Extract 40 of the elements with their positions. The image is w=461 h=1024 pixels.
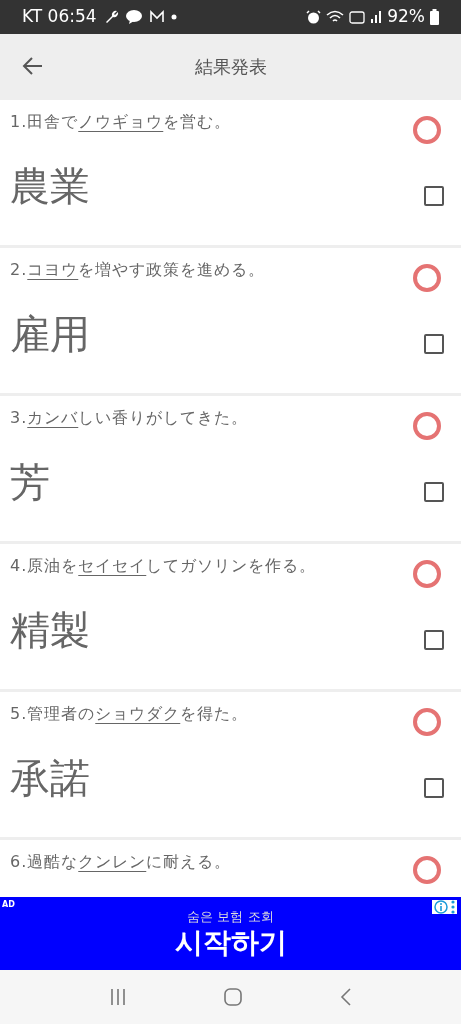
alarm-icon bbox=[306, 9, 322, 25]
question-text: 1.田舎でノウギョウ を営む。 bbox=[10, 111, 232, 133]
answer-text: 承諾 bbox=[10, 754, 90, 803]
checkbox[interactable] bbox=[424, 778, 444, 798]
signal-icon bbox=[370, 10, 383, 24]
recent-apps-icon[interactable] bbox=[108, 988, 127, 1006]
question-text: 2.コヨウ を増やす政策を進める。 bbox=[10, 259, 266, 281]
checkbox[interactable] bbox=[424, 334, 444, 354]
answer-text: 農業 bbox=[10, 162, 90, 211]
circle-mark-icon bbox=[411, 114, 443, 146]
circle-mark-icon bbox=[411, 262, 443, 294]
question-text: 3.カンバ しい香りがしてきた。 bbox=[10, 407, 249, 429]
ad-banner[interactable]: AD 숨은 보험 조회 시작하기 bbox=[0, 897, 461, 970]
question-text: 5.管理者のショウダク を得た。 bbox=[10, 703, 249, 725]
checkbox[interactable] bbox=[424, 482, 444, 502]
answer-text: 雇用 bbox=[10, 310, 90, 359]
back-icon[interactable] bbox=[340, 988, 353, 1006]
info-icon[interactable] bbox=[434, 900, 448, 914]
chat-icon bbox=[124, 9, 143, 25]
home-icon[interactable] bbox=[224, 988, 243, 1006]
checkbox[interactable] bbox=[424, 630, 444, 650]
screen-title: 結果発表 bbox=[194, 54, 267, 79]
question-text: 6.過酷な クンレンに耐える。 bbox=[10, 851, 232, 873]
mail-icon bbox=[148, 10, 165, 24]
ad-label: AD bbox=[2, 899, 15, 911]
circle-mark-icon bbox=[411, 410, 443, 442]
answer-text: 芳 bbox=[10, 458, 50, 507]
battery-percentage: 92% bbox=[387, 5, 425, 29]
checkbox[interactable] bbox=[424, 186, 444, 206]
ad-headline: 시작하기 bbox=[174, 926, 287, 961]
more-icon[interactable] bbox=[451, 900, 455, 914]
dot-icon bbox=[170, 14, 177, 20]
battery-icon bbox=[430, 9, 439, 25]
circle-mark-icon bbox=[411, 854, 443, 886]
answer-text: 精製 bbox=[10, 606, 90, 655]
circle-mark-icon bbox=[411, 558, 443, 590]
question-text: 4.原油をセイセイ してガソリンを作る。 bbox=[10, 555, 317, 577]
circle-mark-icon bbox=[411, 706, 443, 738]
status-time: KT 06:54 bbox=[22, 5, 97, 29]
ad-subtitle: 숨은 보험 조회 bbox=[187, 907, 274, 926]
